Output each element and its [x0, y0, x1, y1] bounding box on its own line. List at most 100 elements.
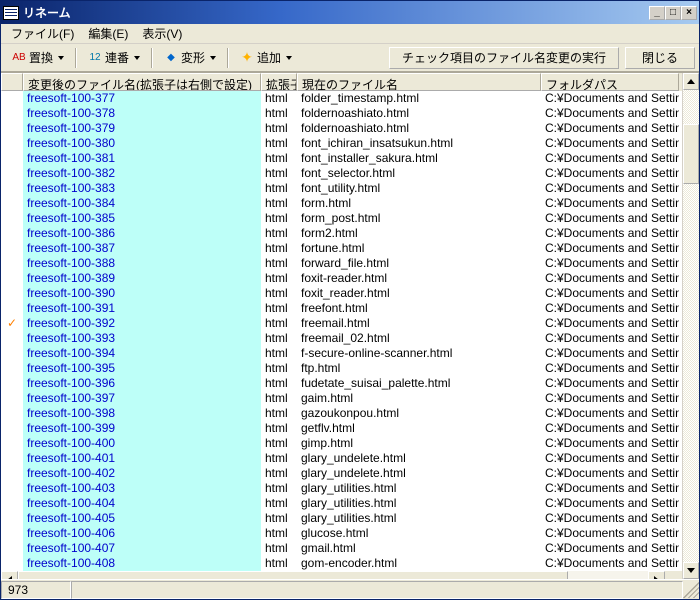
row-newname[interactable]: freesoft-100-395 [23, 361, 261, 376]
row-newname[interactable]: freesoft-100-386 [23, 226, 261, 241]
row-ext[interactable]: html [261, 226, 297, 241]
menu-file[interactable]: ファイル(F) [5, 23, 80, 44]
table-row[interactable]: freesoft-100-396htmlfudetate_suisai_pale… [1, 376, 682, 391]
row-newname[interactable]: freesoft-100-379 [23, 121, 261, 136]
table-row[interactable]: freesoft-100-380htmlfont_ichiran_insatsu… [1, 136, 682, 151]
row-ext[interactable]: html [261, 466, 297, 481]
table-row[interactable]: freesoft-100-385htmlform_post.htmlC:¥Doc… [1, 211, 682, 226]
row-newname[interactable]: freesoft-100-385 [23, 211, 261, 226]
row-newname[interactable]: freesoft-100-407 [23, 541, 261, 556]
table-row[interactable]: freesoft-100-384htmlform.htmlC:¥Document… [1, 196, 682, 211]
row-newname[interactable]: freesoft-100-400 [23, 436, 261, 451]
row-newname[interactable]: freesoft-100-377 [23, 91, 261, 106]
table-row[interactable]: freesoft-100-399htmlgetflv.htmlC:¥Docume… [1, 421, 682, 436]
row-newname[interactable]: freesoft-100-390 [23, 286, 261, 301]
row-newname[interactable]: freesoft-100-405 [23, 511, 261, 526]
row-ext[interactable]: html [261, 406, 297, 421]
row-ext[interactable]: html [261, 481, 297, 496]
vscroll-thumb[interactable] [683, 124, 699, 184]
maximize-button[interactable]: □ [665, 6, 681, 20]
table-row[interactable]: freesoft-100-407htmlgmail.htmlC:¥Documen… [1, 541, 682, 556]
col-mark[interactable] [1, 73, 23, 91]
row-newname[interactable]: freesoft-100-401 [23, 451, 261, 466]
row-ext[interactable]: html [261, 316, 297, 331]
row-newname[interactable]: freesoft-100-384 [23, 196, 261, 211]
row-newname[interactable]: freesoft-100-394 [23, 346, 261, 361]
col-ext[interactable]: 拡張子 [261, 73, 297, 91]
row-ext[interactable]: html [261, 496, 297, 511]
table-row[interactable]: freesoft-100-378htmlfoldernoashiato.html… [1, 106, 682, 121]
table-row[interactable]: freesoft-100-379htmlfoldernoashiato.html… [1, 121, 682, 136]
scroll-up-button[interactable] [683, 73, 699, 90]
table-row[interactable]: freesoft-100-391htmlfreefont.htmlC:¥Docu… [1, 301, 682, 316]
col-newname[interactable]: 変更後のファイル名(拡張子は右側で設定) [23, 73, 261, 91]
replace-button[interactable]: AB 置換 [5, 47, 71, 69]
menu-view[interactable]: 表示(V) [136, 23, 188, 44]
row-newname[interactable]: freesoft-100-404 [23, 496, 261, 511]
scroll-down-button[interactable] [683, 562, 699, 579]
row-newname[interactable]: freesoft-100-408 [23, 556, 261, 571]
row-ext[interactable]: html [261, 271, 297, 286]
row-newname[interactable]: freesoft-100-397 [23, 391, 261, 406]
table-row[interactable]: freesoft-100-397htmlgaim.htmlC:¥Document… [1, 391, 682, 406]
row-ext[interactable]: html [261, 421, 297, 436]
table-row[interactable]: freesoft-100-400htmlgimp.htmlC:¥Document… [1, 436, 682, 451]
transform-button[interactable]: ◆ 変形 [157, 47, 223, 69]
table-row[interactable]: freesoft-100-395htmlftp.htmlC:¥Documents… [1, 361, 682, 376]
row-newname[interactable]: freesoft-100-382 [23, 166, 261, 181]
row-ext[interactable]: html [261, 256, 297, 271]
menu-edit[interactable]: 編集(E) [82, 23, 134, 44]
row-newname[interactable]: freesoft-100-378 [23, 106, 261, 121]
row-newname[interactable]: freesoft-100-389 [23, 271, 261, 286]
row-ext[interactable]: html [261, 241, 297, 256]
table-row[interactable]: freesoft-100-388htmlforward_file.htmlC:¥… [1, 256, 682, 271]
row-ext[interactable]: html [261, 121, 297, 136]
row-ext[interactable]: html [261, 556, 297, 571]
close-window-button[interactable]: × [681, 6, 697, 20]
table-row[interactable]: freesoft-100-394htmlf-secure-online-scan… [1, 346, 682, 361]
row-newname[interactable]: freesoft-100-388 [23, 256, 261, 271]
close-button[interactable]: 閉じる [625, 47, 695, 69]
hscroll-thumb[interactable] [18, 571, 568, 579]
col-folder[interactable]: フォルダパス [541, 73, 679, 91]
row-newname[interactable]: freesoft-100-380 [23, 136, 261, 151]
row-ext[interactable]: html [261, 286, 297, 301]
table-row[interactable]: freesoft-100-402htmlglary_undelete.htmlC… [1, 466, 682, 481]
col-current[interactable]: 現在のファイル名 [297, 73, 541, 91]
table-row[interactable]: freesoft-100-408htmlgom-encoder.htmlC:¥D… [1, 556, 682, 571]
row-ext[interactable]: html [261, 511, 297, 526]
row-ext[interactable]: html [261, 211, 297, 226]
table-row[interactable]: freesoft-100-403htmlglary_utilities.html… [1, 481, 682, 496]
row-newname[interactable]: freesoft-100-398 [23, 406, 261, 421]
row-ext[interactable]: html [261, 346, 297, 361]
table-row[interactable]: freesoft-100-383htmlfont_utility.htmlC:¥… [1, 181, 682, 196]
table-row[interactable]: ✓freesoft-100-392htmlfreemail.htmlC:¥Doc… [1, 316, 682, 331]
row-ext[interactable]: html [261, 196, 297, 211]
row-newname[interactable]: freesoft-100-392 [23, 316, 261, 331]
row-ext[interactable]: html [261, 526, 297, 541]
row-ext[interactable]: html [261, 451, 297, 466]
table-row[interactable]: freesoft-100-386htmlform2.htmlC:¥Documen… [1, 226, 682, 241]
row-ext[interactable]: html [261, 436, 297, 451]
row-newname[interactable]: freesoft-100-403 [23, 481, 261, 496]
row-ext[interactable]: html [261, 541, 297, 556]
row-ext[interactable]: html [261, 136, 297, 151]
table-row[interactable]: freesoft-100-404htmlglary_utilities.html… [1, 496, 682, 511]
row-newname[interactable]: freesoft-100-393 [23, 331, 261, 346]
table-row[interactable]: freesoft-100-377htmlfolder_timestamp.htm… [1, 91, 682, 106]
table-row[interactable]: freesoft-100-387htmlfortune.htmlC:¥Docum… [1, 241, 682, 256]
sequence-button[interactable]: 12 連番 [81, 47, 147, 69]
table-row[interactable]: freesoft-100-389htmlfoxit-reader.htmlC:¥… [1, 271, 682, 286]
row-newname[interactable]: freesoft-100-387 [23, 241, 261, 256]
table-row[interactable]: freesoft-100-406htmlglucose.htmlC:¥Docum… [1, 526, 682, 541]
table-row[interactable]: freesoft-100-390htmlfoxit_reader.htmlC:¥… [1, 286, 682, 301]
table-row[interactable]: freesoft-100-398htmlgazoukonpou.htmlC:¥D… [1, 406, 682, 421]
row-newname[interactable]: freesoft-100-391 [23, 301, 261, 316]
row-newname[interactable]: freesoft-100-383 [23, 181, 261, 196]
table-row[interactable]: freesoft-100-401htmlglary_undelete.htmlC… [1, 451, 682, 466]
row-newname[interactable]: freesoft-100-406 [23, 526, 261, 541]
row-newname[interactable]: freesoft-100-381 [23, 151, 261, 166]
add-button[interactable]: ✦ 追加 [233, 47, 299, 69]
row-ext[interactable]: html [261, 91, 297, 106]
scroll-right-button[interactable] [648, 571, 665, 579]
